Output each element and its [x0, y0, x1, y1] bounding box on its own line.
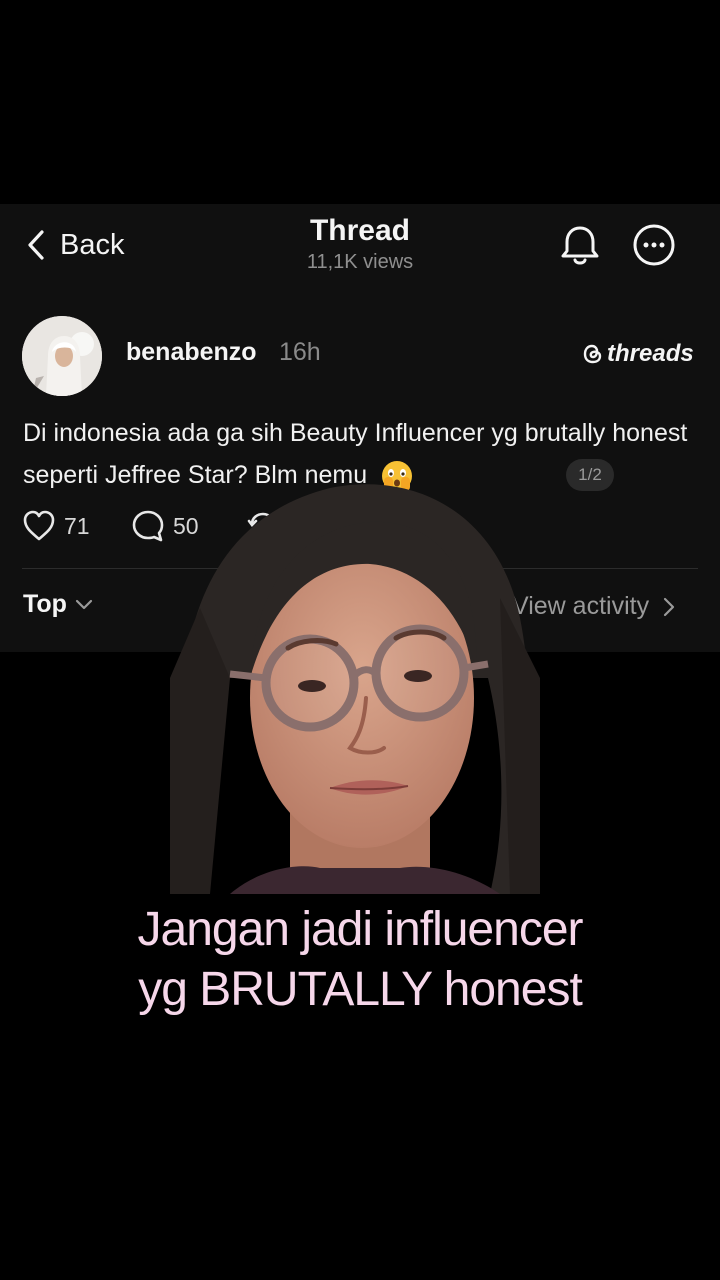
bell-icon: [561, 226, 599, 265]
sort-label: Top: [23, 590, 67, 618]
post-username[interactable]: benabenzo: [126, 338, 257, 367]
back-button[interactable]: Back: [26, 222, 124, 268]
chevron-right-icon: [663, 597, 675, 616]
post-time: 16h: [279, 338, 321, 366]
avatar[interactable]: [22, 316, 102, 396]
thread-pager[interactable]: 1/2: [566, 459, 614, 491]
like-count: 71: [64, 512, 90, 539]
comment-icon: [132, 510, 164, 542]
presenter-video: [170, 478, 540, 894]
view-count: 11,1K views: [306, 251, 414, 273]
back-label: Back: [60, 228, 125, 261]
chevron-left-icon: [28, 230, 44, 260]
like-button[interactable]: 71: [22, 508, 90, 544]
notification-bell-button[interactable]: [558, 222, 602, 268]
sort-dropdown[interactable]: Top: [23, 590, 93, 619]
page-title: Thread: [309, 214, 411, 247]
threads-icon: [583, 344, 602, 364]
threads-logo: threads: [582, 340, 694, 368]
threads-wordmark: threads: [607, 340, 694, 367]
video-caption: Jangan jadi influencer yg BRUTALLY hones…: [0, 900, 720, 1020]
chevron-down-icon: [75, 599, 93, 609]
caption-line-1: Jangan jadi influencer: [137, 903, 584, 956]
heart-icon: [23, 510, 55, 541]
more-icon: [633, 224, 675, 266]
caption-line-2: yg BRUTALLY honest: [138, 963, 583, 1016]
more-options-button[interactable]: [631, 222, 677, 268]
